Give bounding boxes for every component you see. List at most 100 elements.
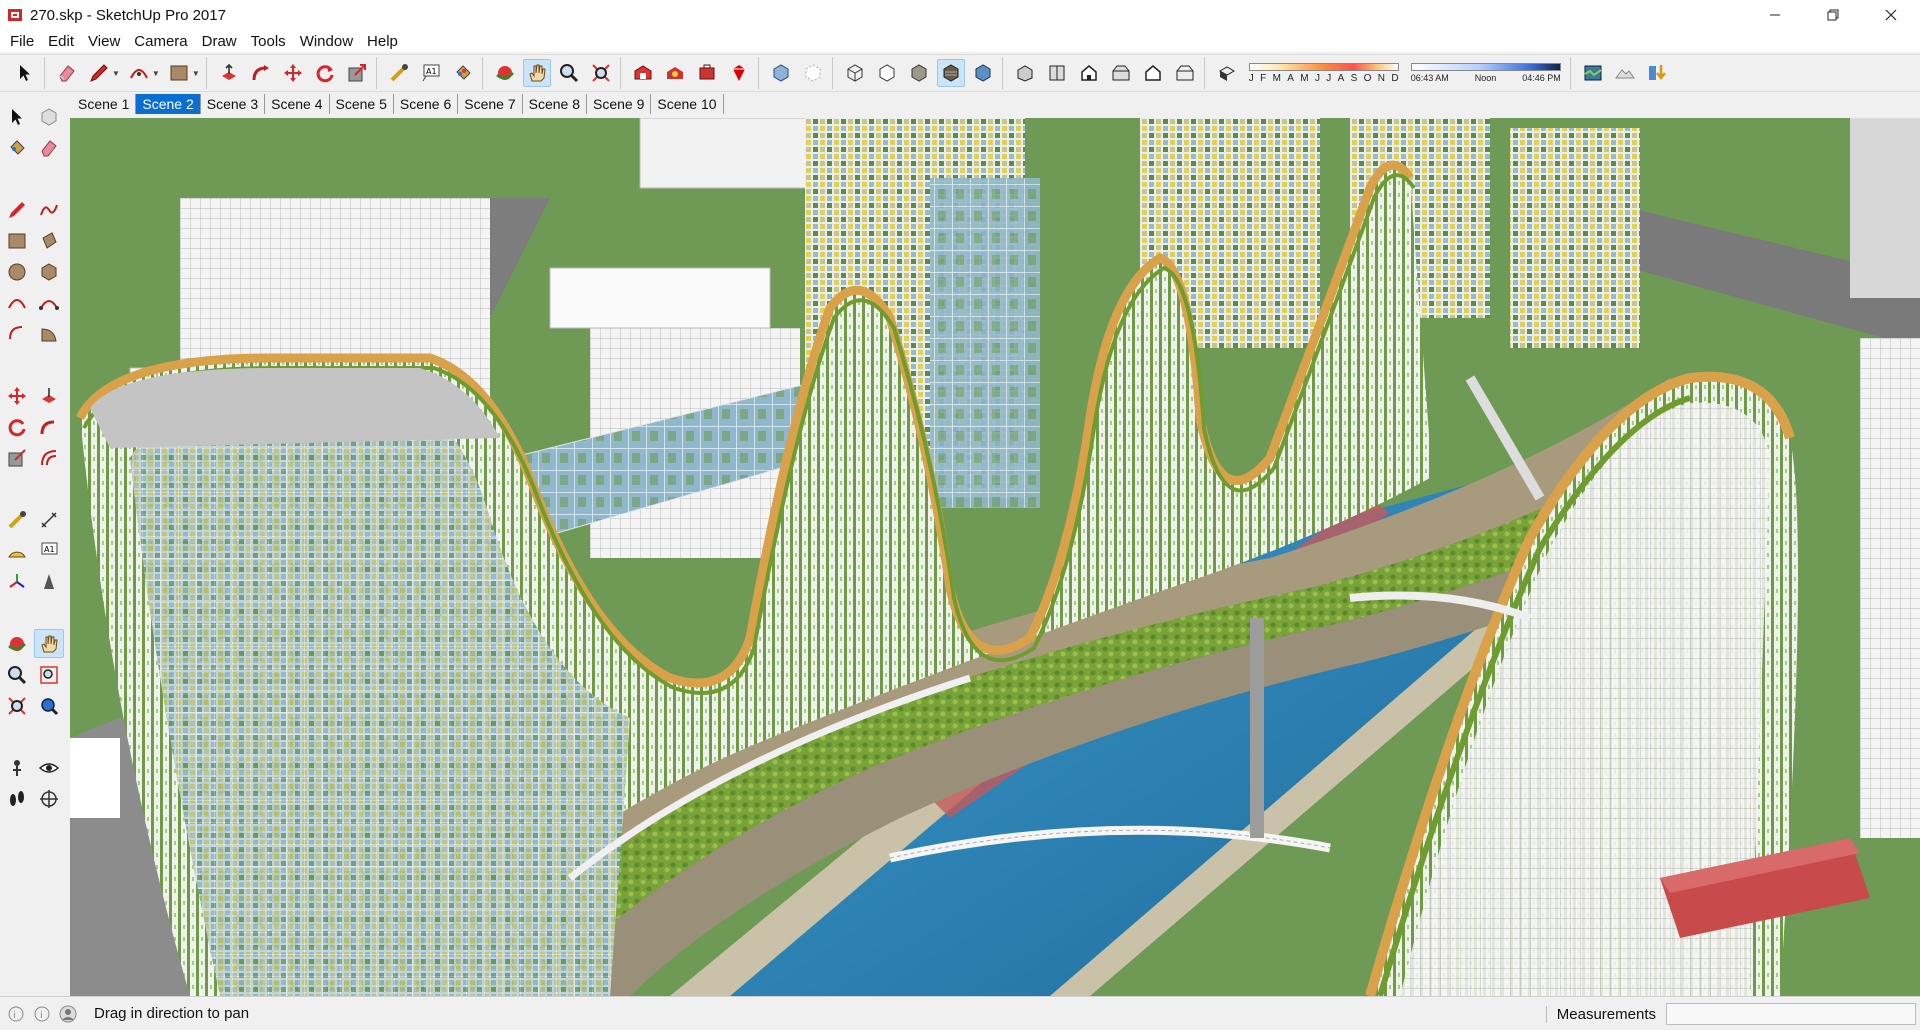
shaded-button[interactable] — [905, 59, 933, 87]
paint-bucket-button[interactable] — [449, 59, 477, 87]
polygon-tool[interactable] — [34, 257, 64, 286]
show-terrain-button[interactable] — [1611, 59, 1639, 87]
look-around-tool[interactable] — [34, 753, 64, 782]
eraser-tool[interactable] — [34, 133, 64, 162]
scene-tab-4[interactable]: Scene 4 — [265, 94, 330, 114]
right-view-button[interactable] — [1107, 59, 1135, 87]
share-model-button[interactable] — [661, 59, 689, 87]
menu-window[interactable]: Window — [293, 33, 360, 50]
extension-warehouse-button[interactable] — [725, 59, 753, 87]
measurements-input[interactable] — [1666, 1003, 1916, 1025]
xray-style-button[interactable] — [767, 59, 795, 87]
position-camera-tool[interactable] — [2, 753, 32, 782]
user-status-icon[interactable] — [58, 1004, 78, 1024]
previous-view-tool[interactable] — [34, 691, 64, 720]
scene-tab-1[interactable]: Scene 1 — [72, 94, 137, 114]
menu-tools[interactable]: Tools — [244, 33, 293, 50]
shape-dropdown-icon[interactable]: ▼ — [192, 69, 200, 78]
select-tool[interactable] — [2, 102, 32, 131]
credits-status-icon[interactable]: i — [32, 1004, 52, 1024]
arc-dropdown-icon[interactable]: ▼ — [152, 69, 160, 78]
top-view-button[interactable] — [1043, 59, 1071, 87]
menu-help[interactable]: Help — [360, 33, 405, 50]
line-dropdown-icon[interactable]: ▼ — [112, 69, 120, 78]
circle-tool[interactable] — [2, 257, 32, 286]
warehouse-button[interactable] — [629, 59, 657, 87]
pan-tool[interactable] — [34, 629, 64, 658]
eraser-tool-button[interactable] — [53, 59, 81, 87]
scene-tab-10[interactable]: Scene 10 — [651, 94, 724, 114]
scene-tab-3[interactable]: Scene 3 — [201, 94, 266, 114]
orbit-tool-button[interactable] — [491, 59, 519, 87]
zoom-extents-button[interactable] — [587, 59, 615, 87]
follow-me-button[interactable] — [247, 59, 275, 87]
text-tool[interactable]: A1 — [34, 536, 64, 565]
3d-text-tool[interactable] — [34, 567, 64, 596]
sandbox-button[interactable] — [1643, 59, 1671, 87]
scene-tab-8[interactable]: Scene 8 — [523, 94, 587, 114]
model-viewport[interactable] — [70, 118, 1920, 996]
tape-measure-button[interactable] — [385, 59, 413, 87]
scene-tab-5[interactable]: Scene 5 — [330, 94, 394, 114]
zoom-tool-button[interactable] — [555, 59, 583, 87]
follow-me-tool[interactable] — [34, 412, 64, 441]
shadow-month-slider[interactable]: J F M A M J J A S O N D — [1248, 58, 1399, 88]
paint-bucket-tool[interactable] — [2, 133, 32, 162]
menu-camera[interactable]: Camera — [127, 33, 194, 50]
zoom-window-tool[interactable] — [34, 660, 64, 689]
back-view-button[interactable] — [1139, 59, 1167, 87]
freehand-tool[interactable] — [34, 195, 64, 224]
scene-tab-6[interactable]: Scene 6 — [394, 94, 459, 114]
offset-tool[interactable] — [34, 443, 64, 472]
menu-file[interactable]: File — [3, 33, 41, 50]
scene-tab-7[interactable]: Scene 7 — [458, 94, 523, 114]
arc-tool[interactable] — [2, 288, 32, 317]
rotate-tool[interactable] — [2, 412, 32, 441]
scene-tab-9[interactable]: Scene 9 — [587, 94, 652, 114]
push-pull-button[interactable] — [215, 59, 243, 87]
text-tool-button[interactable]: A1 — [417, 59, 445, 87]
share-component-button[interactable] — [693, 59, 721, 87]
zoom-extents-tool[interactable] — [2, 691, 32, 720]
orbit-tool[interactable] — [2, 629, 32, 658]
scale-tool[interactable] — [2, 443, 32, 472]
minimize-button[interactable] — [1746, 0, 1804, 30]
line-tool[interactable] — [2, 195, 32, 224]
rotate-tool-button[interactable] — [311, 59, 339, 87]
month-track[interactable] — [1248, 62, 1399, 71]
rotated-rectangle-tool[interactable] — [34, 226, 64, 255]
zoom-tool[interactable] — [2, 660, 32, 689]
restore-button[interactable] — [1804, 0, 1862, 30]
axes-tool[interactable] — [2, 567, 32, 596]
rectangle-tool[interactable] — [2, 226, 32, 255]
pan-tool-button[interactable] — [522, 59, 551, 87]
shadows-toggle-button[interactable] — [1213, 59, 1241, 87]
two-point-arc-tool[interactable] — [34, 288, 64, 317]
push-pull-tool[interactable] — [34, 381, 64, 410]
arc-tool-button[interactable] — [125, 59, 153, 87]
select-tool-button[interactable] — [11, 59, 39, 87]
make-component-tool[interactable] — [34, 102, 64, 131]
geolocation-status-icon[interactable]: i — [6, 1004, 26, 1024]
wireframe-button[interactable] — [841, 59, 869, 87]
shaded-textures-button[interactable] — [936, 59, 965, 87]
time-track[interactable] — [1410, 63, 1561, 71]
scale-tool-button[interactable] — [343, 59, 371, 87]
scene-tab-2[interactable]: Scene 2 — [136, 94, 201, 114]
walk-tool[interactable] — [2, 784, 32, 813]
add-location-button[interactable] — [1579, 59, 1607, 87]
shadow-time-slider[interactable]: 06:43 AM Noon 04:46 PM — [1410, 58, 1561, 88]
menu-draw[interactable]: Draw — [195, 33, 244, 50]
three-point-arc-tool[interactable] — [2, 319, 32, 348]
dimension-tool[interactable] — [34, 505, 64, 534]
tape-measure-tool[interactable] — [2, 505, 32, 534]
shape-tool-button[interactable] — [165, 59, 193, 87]
menu-view[interactable]: View — [81, 33, 127, 50]
monochrome-button[interactable] — [969, 59, 997, 87]
front-view-button[interactable] — [1075, 59, 1103, 87]
left-view-button[interactable] — [1171, 59, 1199, 87]
pie-tool[interactable] — [34, 319, 64, 348]
iso-view-button[interactable] — [1011, 59, 1039, 87]
move-tool[interactable] — [2, 381, 32, 410]
section-plane-tool[interactable] — [34, 784, 64, 813]
